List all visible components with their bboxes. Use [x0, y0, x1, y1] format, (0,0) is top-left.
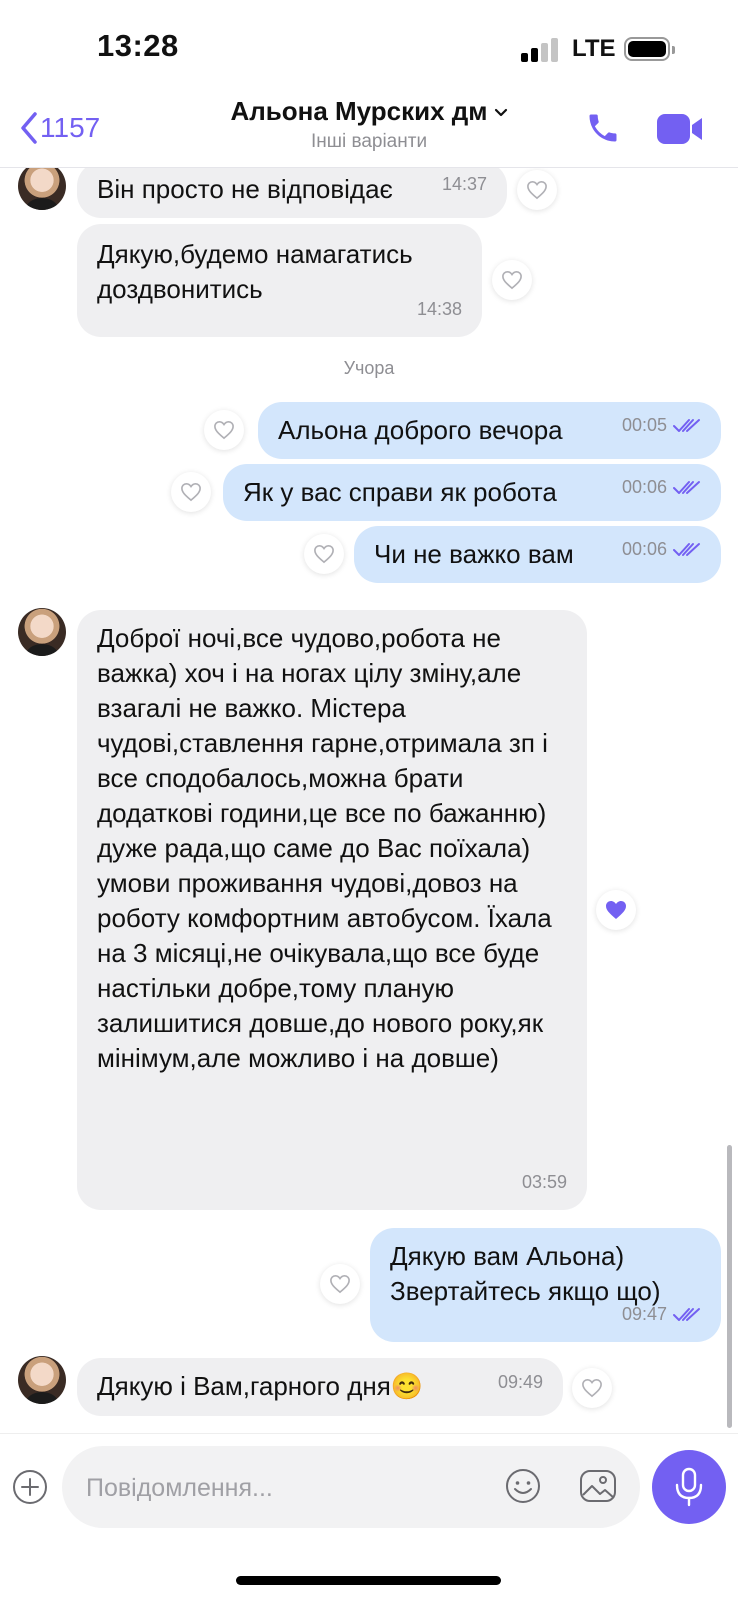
message-text: Дякую і Вам,гарного дня😊	[97, 1371, 424, 1401]
double-check-icon	[673, 542, 700, 556]
message-bubble-outgoing[interactable]: Альона доброго вечора 00:05	[258, 402, 721, 459]
contact-avatar[interactable]	[18, 1356, 66, 1404]
double-check-icon	[673, 418, 700, 432]
message-text: Доброї ночі,все чудово,робота не важка) …	[97, 623, 552, 1073]
contact-name[interactable]: Альона Мурских дм	[0, 96, 738, 127]
like-button[interactable]	[320, 1264, 360, 1304]
heart-icon	[314, 544, 334, 564]
contact-avatar[interactable]	[18, 168, 66, 210]
message-text: Він просто не відповідає	[97, 174, 393, 204]
date-divider: Учора	[343, 358, 395, 378]
message-text: Альона доброго вечора	[278, 415, 563, 445]
heart-icon	[330, 1274, 350, 1294]
like-button[interactable]	[304, 534, 344, 574]
heart-icon	[606, 901, 626, 919]
message-bubble-incoming[interactable]: Дякую і Вам,гарного дня😊 09:49	[77, 1358, 563, 1416]
like-button[interactable]	[204, 410, 244, 450]
home-indicator[interactable]	[236, 1576, 501, 1585]
message-bubble-outgoing[interactable]: Чи не важко вам 00:06	[354, 526, 721, 583]
message-bubble-incoming[interactable]: Дякую,будемо намагатись доздвонитись 14:…	[77, 224, 482, 337]
contact-name-text: Альона Мурских дм	[230, 96, 488, 126]
message-input-field[interactable]	[62, 1446, 640, 1530]
message-time: 03:59	[521, 1172, 567, 1192]
plus-icon[interactable]	[12, 1469, 48, 1505]
message-text: Дякую вам Альона) Звертайтесь якщо що)	[390, 1241, 661, 1306]
message-input[interactable]	[84, 1446, 488, 1530]
status-time: 13:28	[97, 28, 179, 63]
double-check-icon	[673, 1307, 700, 1321]
chat-history[interactable]: Він просто не відповідає 14:37 Дякую,буд…	[0, 168, 738, 1432]
message-bubble-incoming[interactable]: Доброї ночі,все чудово,робота не важка) …	[77, 610, 587, 1210]
like-button[interactable]	[492, 260, 532, 300]
microphone-icon	[675, 1467, 703, 1507]
sticker-icon[interactable]	[504, 1467, 542, 1505]
message-bubble-outgoing[interactable]: Дякую вам Альона) Звертайтесь якщо що) 0…	[370, 1228, 721, 1342]
like-button[interactable]	[171, 472, 211, 512]
message-time: 09:47	[622, 1297, 701, 1332]
like-button[interactable]	[517, 170, 557, 210]
chat-screen: 13:28 LTE 1157 Альона Мурских дм Інші ва…	[0, 0, 738, 1600]
like-button[interactable]	[572, 1368, 612, 1408]
message-bubble-outgoing[interactable]: Як у вас справи як робота 00:06	[223, 464, 721, 521]
message-text: Дякую,будемо намагатись доздвонитись	[97, 239, 413, 304]
message-time: 14:38	[416, 299, 462, 319]
message-text: Чи не важко вам	[374, 539, 574, 569]
chevron-down-icon	[494, 109, 507, 117]
gallery-icon[interactable]	[579, 1468, 617, 1504]
chat-scrollbar[interactable]	[727, 1145, 732, 1428]
phone-icon[interactable]	[585, 110, 621, 146]
message-time: 09:49	[497, 1372, 543, 1392]
heart-icon	[181, 482, 201, 502]
like-button-liked[interactable]	[596, 890, 636, 930]
heart-icon	[502, 270, 522, 290]
composer-divider	[0, 1433, 738, 1434]
message-text: Як у вас справи як робота	[243, 477, 557, 507]
message-time: 14:37	[441, 174, 487, 194]
contact-avatar[interactable]	[18, 608, 66, 656]
battery-icon	[624, 37, 675, 61]
message-time: 00:05	[622, 408, 701, 443]
heart-icon	[527, 180, 547, 200]
message-bubble-incoming[interactable]: Він просто не відповідає 14:37	[77, 168, 507, 218]
video-camera-icon[interactable]	[656, 113, 704, 145]
signal-strength-icon	[521, 38, 561, 62]
microphone-button[interactable]	[652, 1450, 726, 1524]
double-check-icon	[673, 480, 700, 494]
message-time: 00:06	[622, 470, 701, 505]
network-label: LTE	[572, 35, 616, 62]
heart-icon	[582, 1378, 602, 1398]
contact-subtitle[interactable]: Інші варіанти	[0, 131, 738, 153]
heart-icon	[214, 420, 234, 440]
message-time: 00:06	[622, 532, 701, 567]
